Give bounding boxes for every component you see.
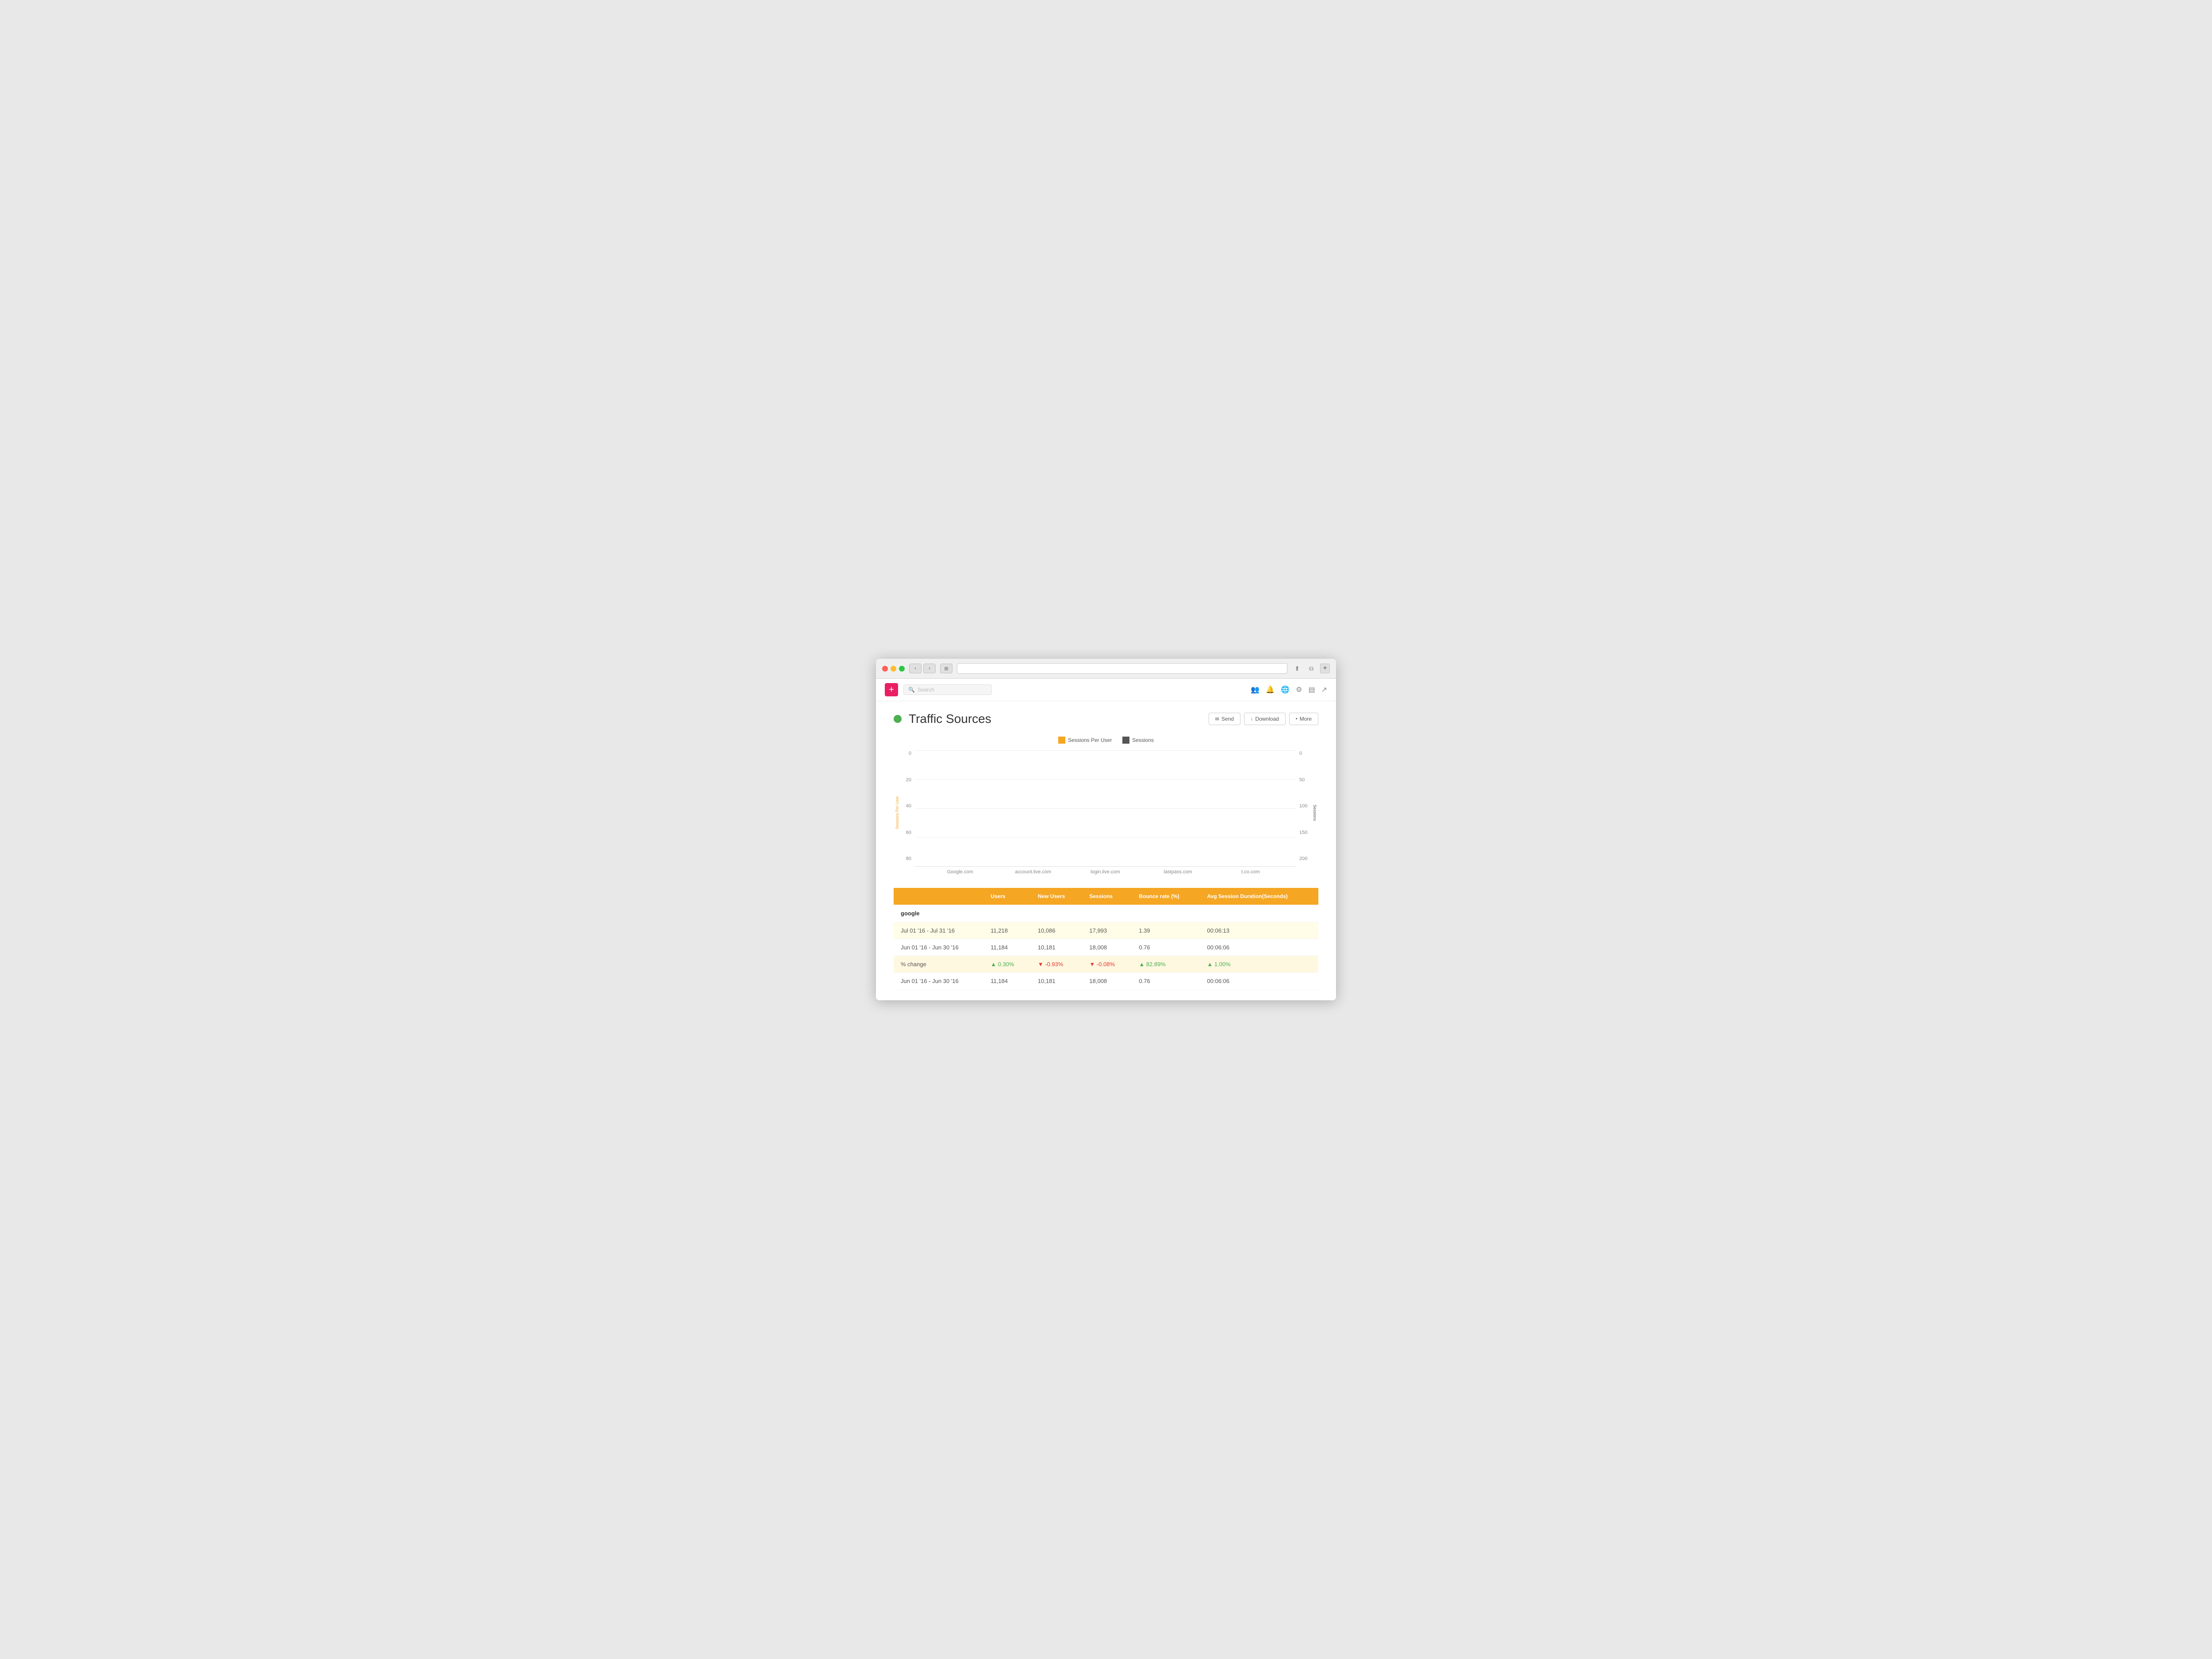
row-avg-duration: 00:06:13 (1200, 922, 1318, 939)
col-header-label (894, 888, 983, 905)
duplicate-icon[interactable]: ⧉ (1306, 663, 1317, 674)
y-axis-left: 80 60 40 20 0 (902, 751, 915, 875)
search-icon: 🔍 (908, 687, 915, 693)
chart-main: Google.com account.live.com login.live.c… (915, 751, 1296, 875)
row-label: Jun 01 '16 - Jun 30 '16 (894, 939, 983, 956)
row-users: 11,218 (983, 922, 1031, 939)
new-tab-button[interactable]: + (1320, 664, 1330, 673)
row-sessions: 18,008 (1082, 939, 1132, 956)
change-avg-duration: ▲ 1.00% (1200, 956, 1318, 973)
browser-chrome: ‹ › ⊞ ⬆ ⧉ + (876, 659, 1336, 679)
view-button[interactable]: ⊞ (940, 664, 952, 673)
row-bounce-rate: 1.39 (1132, 922, 1200, 939)
col-header-avg-duration: Avg Session Duration(Seconds) (1200, 888, 1318, 905)
settings-icon[interactable]: ⚙ (1296, 685, 1302, 694)
browser-window: ‹ › ⊞ ⬆ ⧉ + + 🔍 Search 👥 🔔 🌐 ⚙ ▤ ↗ (876, 659, 1336, 1000)
bars-area (915, 751, 1296, 866)
search-input[interactable]: Search (918, 687, 934, 693)
row-label: Jul 01 '16 - Jul 31 '16 (894, 922, 983, 939)
page-title: Traffic Sources (909, 712, 991, 726)
users-icon[interactable]: 👥 (1251, 685, 1260, 694)
row-users: 11,184 (983, 939, 1031, 956)
change-label: % change (894, 956, 983, 973)
col-header-sessions: Sessions (1082, 888, 1132, 905)
search-box[interactable]: 🔍 Search (903, 684, 992, 695)
row-new-users: 10,181 (1031, 939, 1083, 956)
chart-container: Sessions Per User 80 60 40 20 0 (894, 751, 1318, 875)
add-button[interactable]: + (885, 683, 898, 696)
globe-icon[interactable]: 🌐 (1281, 685, 1290, 694)
x-axis: Google.com account.live.com login.live.c… (915, 867, 1296, 875)
minimize-button[interactable] (891, 666, 896, 672)
x-label-accountlive: account.live.com (1015, 869, 1050, 875)
download-icon: ↓ (1251, 716, 1253, 722)
share-icon[interactable]: ⬆ (1292, 663, 1302, 674)
y-axis-right-label: Sessions (1311, 751, 1318, 875)
row-new-users: 10,181 (1031, 973, 1083, 990)
row-sessions: 17,993 (1082, 922, 1132, 939)
row-label: Jun 01 '16 - Jun 30 '16 (894, 973, 983, 990)
x-label-google: Google.com (942, 869, 978, 875)
chart-area: Sessions Per User Sessions Sessions Per … (894, 737, 1318, 875)
send-button[interactable]: ✉ Send (1209, 713, 1240, 725)
row-bounce-rate: 0.76 (1132, 973, 1200, 990)
row-bounce-rate: 0.76 (1132, 939, 1200, 956)
page-header: Traffic Sources ✉ Send ↓ Download • More (894, 712, 1318, 726)
section-label: google (894, 905, 1318, 922)
traffic-lights (882, 666, 905, 672)
send-icon: ✉ (1215, 716, 1219, 722)
row-new-users: 10,086 (1031, 922, 1083, 939)
table-row: Jul 01 '16 - Jul 31 '16 11,218 10,086 17… (894, 922, 1318, 939)
bell-icon[interactable]: 🔔 (1266, 685, 1275, 694)
x-label-lastpass: lastpass.com (1160, 869, 1196, 875)
x-label-loginlive: login.live.com (1087, 869, 1123, 875)
download-button[interactable]: ↓ Download (1244, 713, 1286, 725)
chart-grid (915, 751, 1296, 867)
close-button[interactable] (882, 666, 888, 672)
url-bar[interactable] (957, 663, 1287, 674)
toolbar-icons: 👥 🔔 🌐 ⚙ ▤ ↗ (1251, 685, 1327, 694)
row-sessions: 18,008 (1082, 973, 1132, 990)
table-row: Jun 01 '16 - Jun 30 '16 11,184 10,181 18… (894, 973, 1318, 990)
row-avg-duration: 00:06:06 (1200, 939, 1318, 956)
legend-sessions: Sessions (1122, 737, 1154, 744)
change-users: ▲ 0.30% (983, 956, 1031, 973)
status-dot (894, 715, 902, 723)
table-header-row: Users New Users Sessions Bounce rate (%)… (894, 888, 1318, 905)
section-header-google: google (894, 905, 1318, 922)
sessions-per-user-swatch (1058, 737, 1065, 744)
change-sessions: ▼ -0.08% (1082, 956, 1132, 973)
row-users: 11,184 (983, 973, 1031, 990)
sessions-swatch (1122, 737, 1129, 744)
app-toolbar: + 🔍 Search 👥 🔔 🌐 ⚙ ▤ ↗ (876, 679, 1336, 701)
change-new-users: ▼ -0.93% (1031, 956, 1083, 973)
table-row: Jun 01 '16 - Jun 30 '16 11,184 10,181 18… (894, 939, 1318, 956)
x-label-tco: t.co.com (1233, 869, 1268, 875)
y-axis-left-label: Sessions Per User (894, 751, 901, 875)
export-icon[interactable]: ↗ (1321, 685, 1327, 694)
col-header-bounce-rate: Bounce rate (%) (1132, 888, 1200, 905)
chart-legend: Sessions Per User Sessions (894, 737, 1318, 744)
col-header-users: Users (983, 888, 1031, 905)
y-axis-right: 200 150 100 50 0 (1296, 751, 1311, 875)
legend-sessions-per-user: Sessions Per User (1058, 737, 1112, 744)
header-buttons: ✉ Send ↓ Download • More (1209, 713, 1318, 725)
layout-icon[interactable]: ▤ (1308, 685, 1315, 694)
page-content: Traffic Sources ✉ Send ↓ Download • More (876, 701, 1336, 1000)
change-bounce-rate: ▲ 82.89% (1132, 956, 1200, 973)
maximize-button[interactable] (899, 666, 905, 672)
col-header-new-users: New Users (1031, 888, 1083, 905)
more-icon: • (1296, 716, 1298, 722)
row-avg-duration: 00:06:06 (1200, 973, 1318, 990)
more-button[interactable]: • More (1289, 713, 1318, 725)
forward-button[interactable]: › (923, 664, 936, 673)
back-button[interactable]: ‹ (909, 664, 922, 673)
data-table: Users New Users Sessions Bounce rate (%)… (894, 888, 1318, 990)
table-row-change: % change ▲ 0.30% ▼ -0.93% ▼ -0.08% ▲ 82.… (894, 956, 1318, 973)
